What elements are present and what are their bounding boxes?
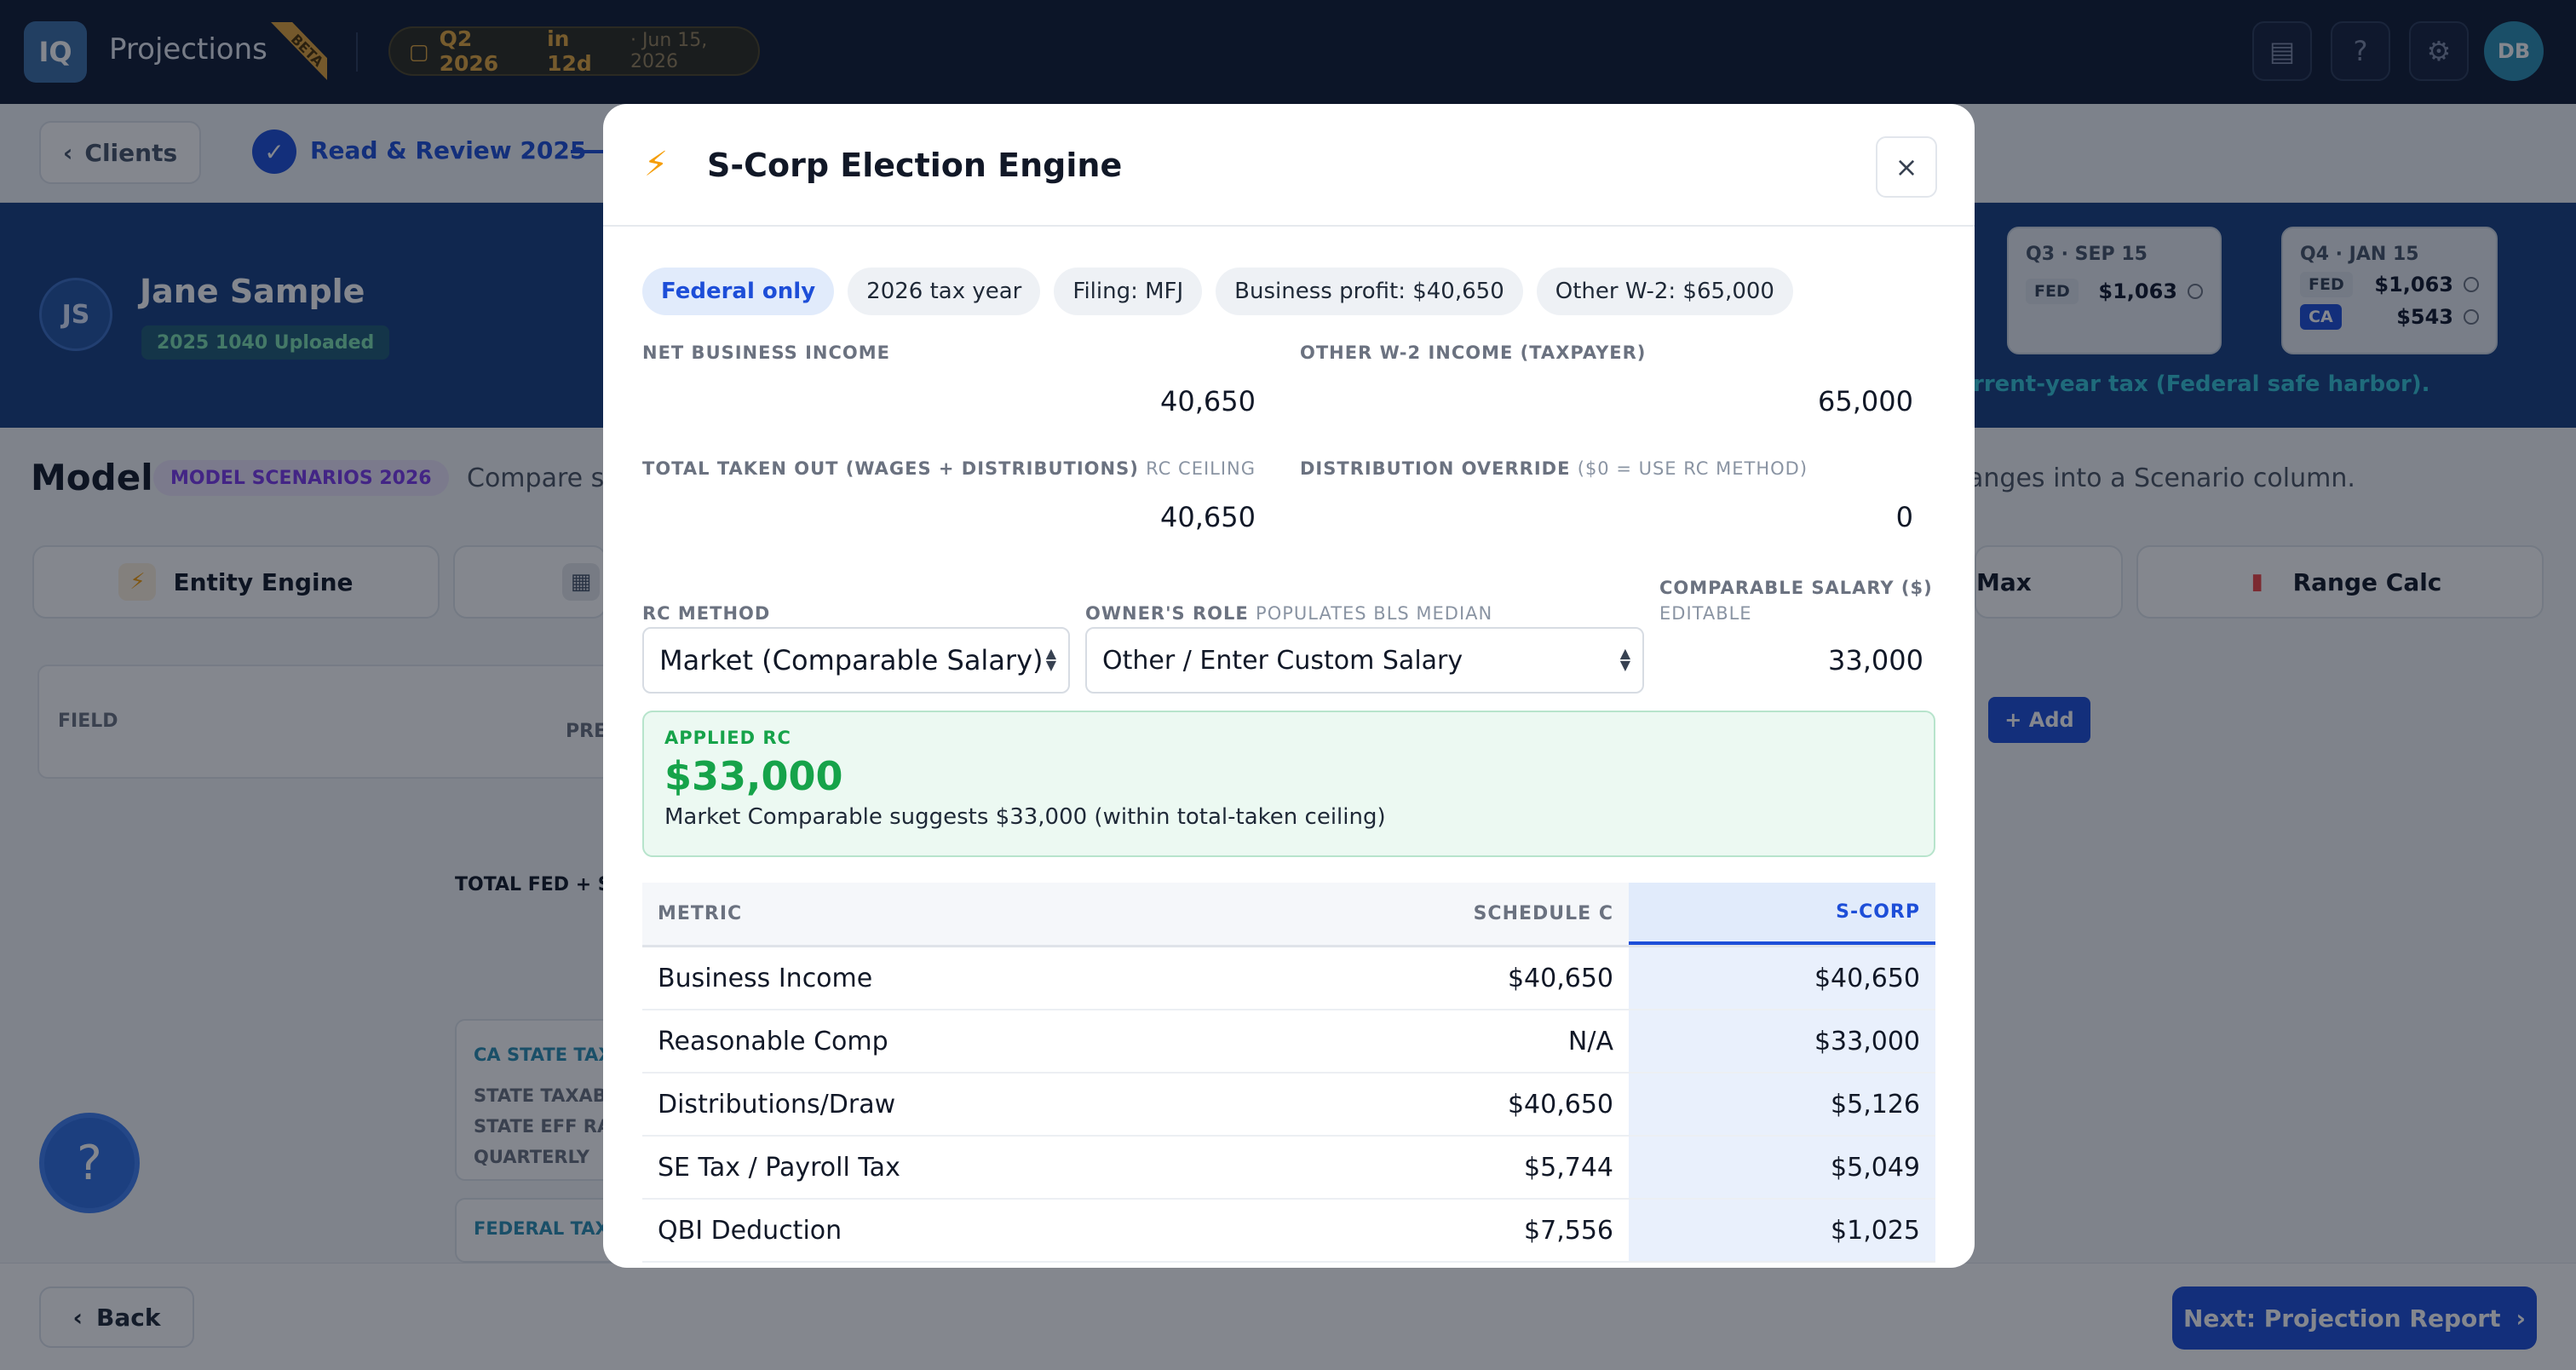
- context-chips: Federal only 2026 tax year Filing: MFJ B…: [642, 268, 1793, 315]
- chip-tax-year: 2026 tax year: [848, 268, 1041, 315]
- applied-rc-label: APPLIED RC: [664, 728, 791, 748]
- select-arrows-icon: ▲ ▼: [1619, 645, 1630, 673]
- comparable-salary-sub: EDITABLE: [1659, 603, 1752, 624]
- s-corp-header: S-CORP: [1629, 883, 1935, 945]
- modal-header: ⚡ S-Corp Election Engine ×: [603, 104, 1975, 227]
- net-business-income-label: NET BUSINESS INCOME: [642, 342, 890, 363]
- table-row: SE Tax / Payroll Tax $5,744 $5,049: [642, 1137, 1935, 1200]
- metric-cell: Business Income: [658, 963, 873, 993]
- distribution-override-sub: ($0 = USE RC METHOD): [1577, 458, 1808, 479]
- owner-role-sub: POPULATES BLS MEDIAN: [1256, 603, 1493, 624]
- other-w2-label: OTHER W-2 INCOME (TAXPAYER): [1300, 342, 1647, 363]
- net-business-income-input[interactable]: 40,650: [642, 385, 1256, 417]
- total-taken-input[interactable]: 40,650: [642, 501, 1256, 533]
- total-taken-sub: RC CEILING: [1146, 458, 1256, 479]
- table-row: QBI Deduction $7,556 $1,025: [642, 1200, 1935, 1263]
- owner-role-value: Other / Enter Custom Salary: [1102, 645, 1463, 676]
- rc-method-label: RC METHOD: [642, 603, 771, 624]
- schedule-c-cell: $7,556: [1524, 1215, 1613, 1246]
- distribution-override-label: DISTRIBUTION OVERRIDE ($0 = USE RC METHO…: [1300, 458, 1808, 479]
- distribution-override-label-text: DISTRIBUTION OVERRIDE: [1300, 458, 1571, 479]
- applied-rc-value: $33,000: [664, 753, 843, 799]
- rc-method-value: Market (Comparable Salary): [659, 644, 1044, 676]
- metric-cell: Reasonable Comp: [658, 1026, 888, 1056]
- rc-method-select[interactable]: Market (Comparable Salary) ▲ ▼: [642, 627, 1070, 694]
- applied-rc-panel: APPLIED RC $33,000 Market Comparable sug…: [642, 711, 1935, 857]
- chip-filing-status: Filing: MFJ: [1054, 268, 1203, 315]
- lightning-icon: ⚡: [644, 145, 669, 184]
- comparison-table: METRIC SCHEDULE C S-CORP Business Income…: [642, 883, 1935, 1263]
- select-arrows-icon: ▲ ▼: [1045, 645, 1056, 673]
- table-header-row: METRIC SCHEDULE C S-CORP: [642, 883, 1935, 947]
- metric-cell: SE Tax / Payroll Tax: [658, 1152, 900, 1183]
- schedule-c-header: SCHEDULE C: [1473, 903, 1613, 924]
- total-taken-label: TOTAL TAKEN OUT (WAGES + DISTRIBUTIONS) …: [642, 458, 1256, 479]
- comparable-salary-input[interactable]: 33,000: [1659, 644, 1923, 676]
- metric-cell: QBI Deduction: [658, 1215, 842, 1246]
- chip-business-profit: Business profit: $40,650: [1216, 268, 1523, 315]
- comparable-salary-label: COMPARABLE SALARY ($): [1659, 578, 1933, 598]
- owner-role-select[interactable]: Other / Enter Custom Salary ▲ ▼: [1085, 627, 1644, 694]
- chip-other-w2: Other W-2: $65,000: [1536, 268, 1793, 315]
- s-corp-cell: $1,025: [1629, 1200, 1935, 1261]
- table-row: Business Income $40,650 $40,650: [642, 947, 1935, 1010]
- owner-role-label: OWNER'S ROLE POPULATES BLS MEDIAN: [1085, 603, 1492, 624]
- other-w2-input[interactable]: 65,000: [1300, 385, 1913, 417]
- schedule-c-cell: N/A: [1567, 1026, 1613, 1056]
- owner-role-label-text: OWNER'S ROLE: [1085, 603, 1249, 624]
- metric-header: METRIC: [658, 903, 743, 924]
- schedule-c-cell: $40,650: [1507, 1089, 1613, 1120]
- s-corp-cell: $5,126: [1629, 1074, 1935, 1135]
- close-button[interactable]: ×: [1876, 136, 1937, 198]
- total-taken-label-text: TOTAL TAKEN OUT (WAGES + DISTRIBUTIONS): [642, 458, 1139, 479]
- table-row: Distributions/Draw $40,650 $5,126: [642, 1074, 1935, 1137]
- table-row: Reasonable Comp N/A $33,000: [642, 1010, 1935, 1074]
- s-corp-cell: $40,650: [1629, 947, 1935, 1009]
- s-corp-election-modal: ⚡ S-Corp Election Engine × Federal only …: [603, 104, 1975, 1268]
- close-icon: ×: [1895, 151, 1918, 183]
- schedule-c-cell: $40,650: [1507, 963, 1613, 993]
- s-corp-cell: $33,000: [1629, 1010, 1935, 1072]
- applied-rc-description: Market Comparable suggests $33,000 (with…: [664, 804, 1386, 830]
- metric-cell: Distributions/Draw: [658, 1089, 896, 1120]
- modal-title: S-Corp Election Engine: [707, 147, 1123, 184]
- schedule-c-cell: $5,744: [1524, 1152, 1613, 1183]
- s-corp-cell: $5,049: [1629, 1137, 1935, 1198]
- chip-federal-only[interactable]: Federal only: [642, 268, 835, 315]
- distribution-override-input[interactable]: 0: [1300, 501, 1913, 533]
